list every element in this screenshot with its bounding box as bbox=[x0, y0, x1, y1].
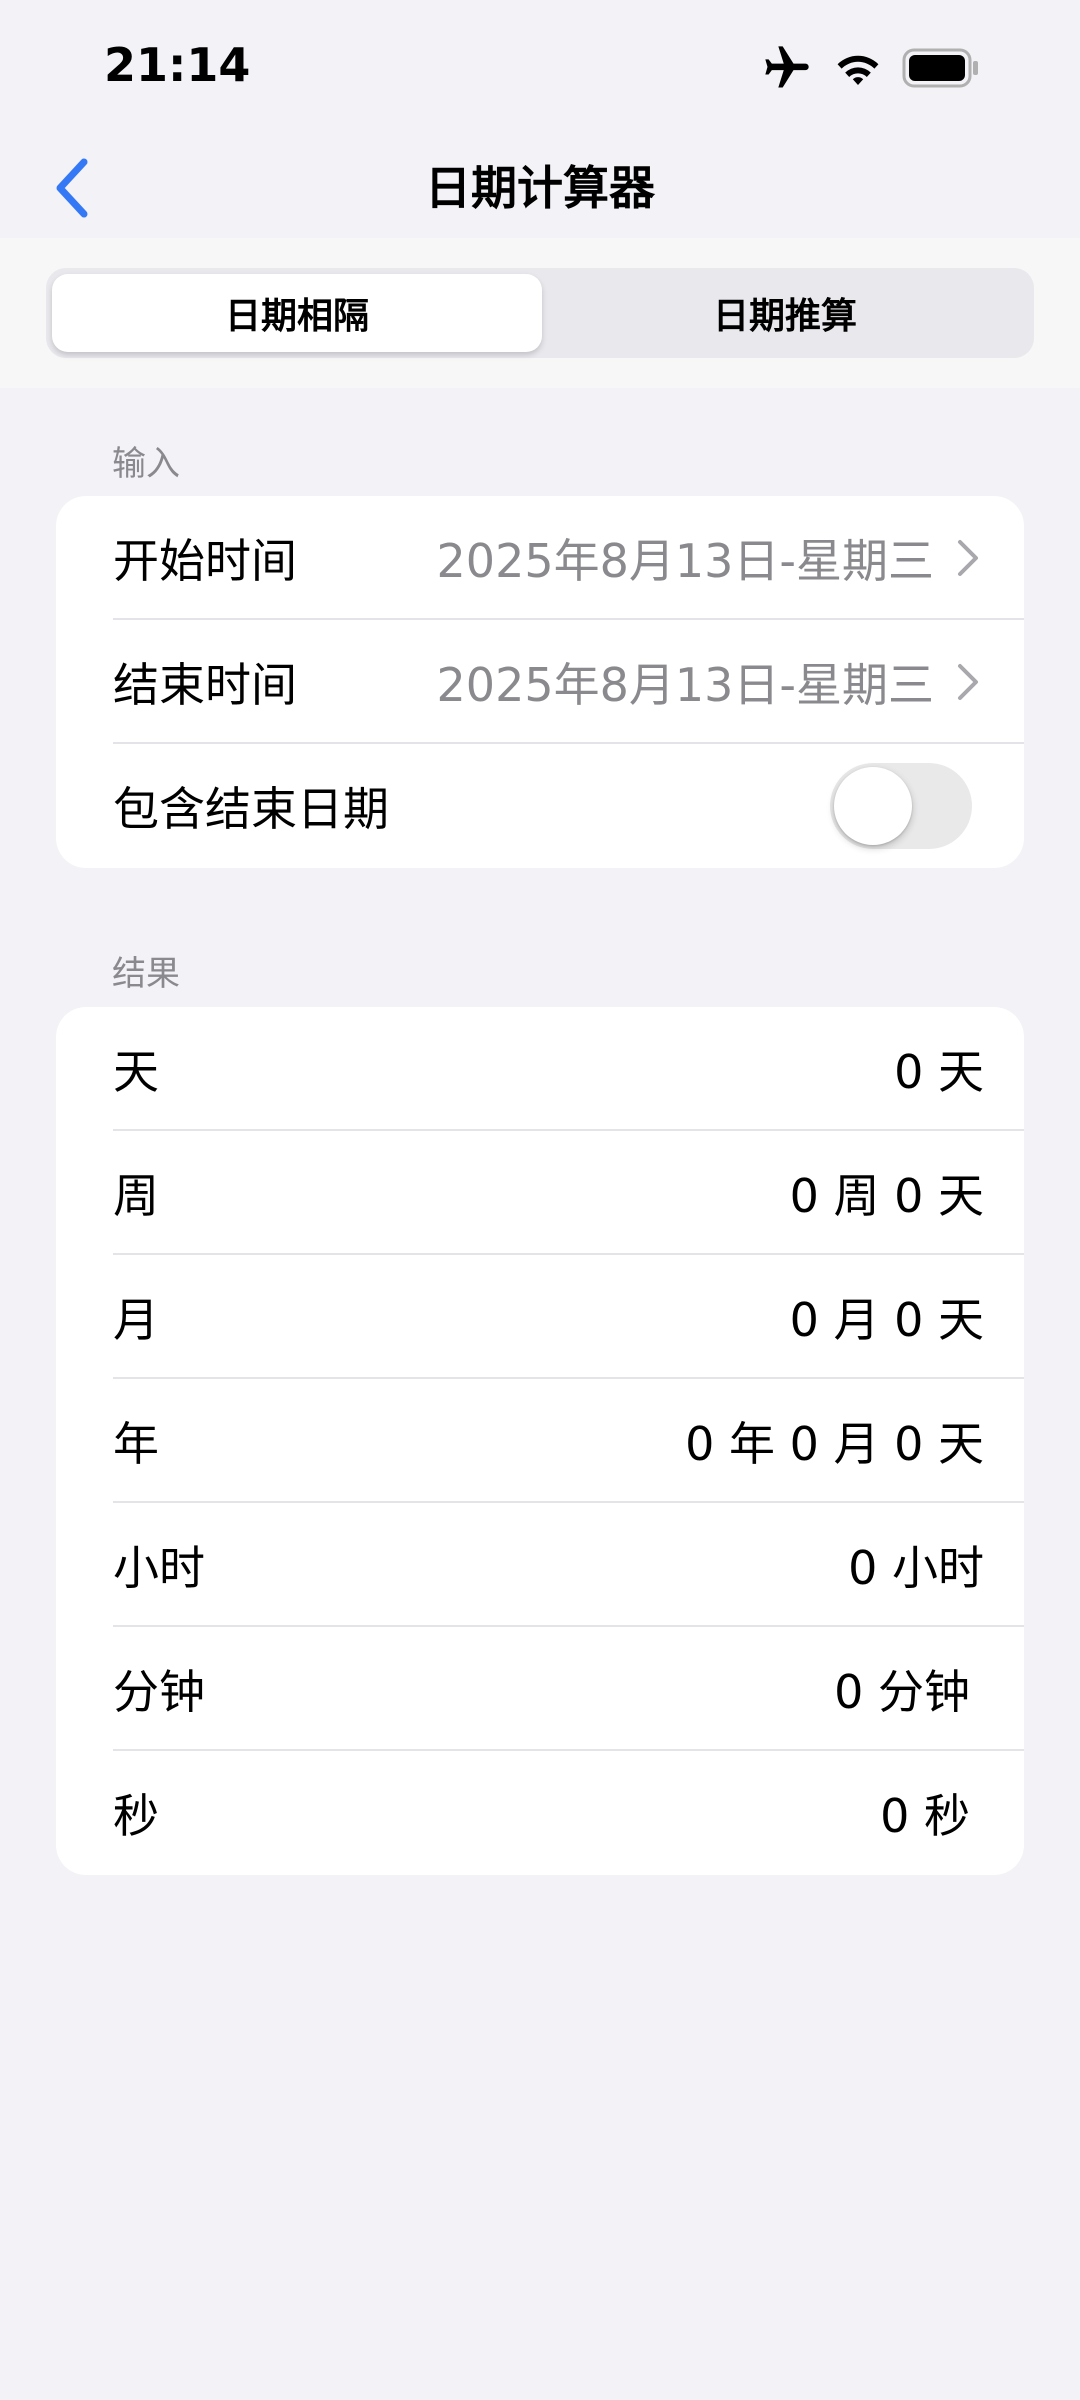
tab-date-projection[interactable]: 日期推算 bbox=[540, 274, 1030, 352]
start-time-row[interactable]: 开始时间 2025年8月13日-星期三 bbox=[56, 496, 1024, 620]
result-label: 周 bbox=[113, 1169, 159, 1223]
result-card: 天 0 天 周 0 周 0 天 月 0 月 0 天 年 0 年 0 月 0 天 … bbox=[56, 1007, 1024, 1875]
result-row-hours: 小时 0 小时 bbox=[56, 1503, 1024, 1627]
result-label: 小时 bbox=[113, 1541, 205, 1595]
start-time-label: 开始时间 bbox=[113, 534, 297, 588]
input-card: 开始时间 2025年8月13日-星期三 结束时间 2025年8月13日-星期三 bbox=[56, 496, 1024, 868]
result-label: 秒 bbox=[113, 1789, 159, 1843]
status-time: 21:14 bbox=[104, 38, 251, 92]
segmented-control: 日期相隔 日期推算 bbox=[46, 268, 1034, 358]
status-icons bbox=[760, 44, 980, 96]
result-value: 0 分钟 bbox=[834, 1665, 970, 1719]
result-value: 0 月 0 天 bbox=[789, 1293, 984, 1347]
result-label: 分钟 bbox=[113, 1665, 205, 1719]
result-value: 0 秒 bbox=[880, 1789, 970, 1843]
result-row-days: 天 0 天 bbox=[56, 1007, 1024, 1131]
end-time-label: 结束时间 bbox=[113, 658, 297, 712]
date-calculator-screen: 21:14 日期计算器 日期相隔 日期推算 输入 开始时间 2025年8月13日… bbox=[0, 0, 1080, 2400]
result-value: 0 小时 bbox=[848, 1541, 984, 1595]
end-time-value-wrap: 2025年8月13日-星期三 bbox=[437, 649, 984, 715]
result-value: 0 天 bbox=[894, 1045, 984, 1099]
toggle-knob bbox=[834, 767, 912, 845]
start-time-value-wrap: 2025年8月13日-星期三 bbox=[437, 525, 984, 591]
airplane-icon bbox=[760, 42, 814, 98]
result-row-months: 月 0 月 0 天 bbox=[56, 1255, 1024, 1379]
chevron-right-icon bbox=[956, 660, 984, 704]
end-time-row[interactable]: 结束时间 2025年8月13日-星期三 bbox=[56, 620, 1024, 744]
navigation-bar: 日期计算器 bbox=[0, 140, 1080, 240]
input-section-header: 输入 bbox=[112, 444, 180, 484]
result-row-weeks: 周 0 周 0 天 bbox=[56, 1131, 1024, 1255]
page-title: 日期计算器 bbox=[425, 161, 655, 215]
tab-date-difference[interactable]: 日期相隔 bbox=[52, 274, 542, 352]
result-value: 0 年 0 月 0 天 bbox=[685, 1417, 984, 1471]
include-end-date-label: 包含结束日期 bbox=[113, 782, 389, 836]
include-end-date-row: 包含结束日期 bbox=[56, 744, 1024, 868]
result-label: 月 bbox=[113, 1293, 159, 1347]
status-bar: 21:14 bbox=[0, 0, 1080, 140]
end-time-value: 2025年8月13日-星期三 bbox=[436, 658, 934, 712]
wifi-icon bbox=[834, 48, 882, 92]
start-time-value: 2025年8月13日-星期三 bbox=[436, 534, 934, 588]
segment-section: 日期相隔 日期推算 bbox=[0, 238, 1080, 388]
result-row-seconds: 秒 0 秒 bbox=[56, 1751, 1024, 1875]
include-end-date-toggle[interactable] bbox=[830, 763, 972, 849]
result-value: 0 周 0 天 bbox=[789, 1169, 984, 1223]
result-section-header: 结果 bbox=[112, 954, 180, 994]
result-row-years: 年 0 年 0 月 0 天 bbox=[56, 1379, 1024, 1503]
result-row-minutes: 分钟 0 分钟 bbox=[56, 1627, 1024, 1751]
result-label: 年 bbox=[113, 1417, 159, 1471]
chevron-right-icon bbox=[956, 536, 984, 580]
battery-icon bbox=[902, 48, 980, 92]
result-label: 天 bbox=[113, 1045, 159, 1099]
